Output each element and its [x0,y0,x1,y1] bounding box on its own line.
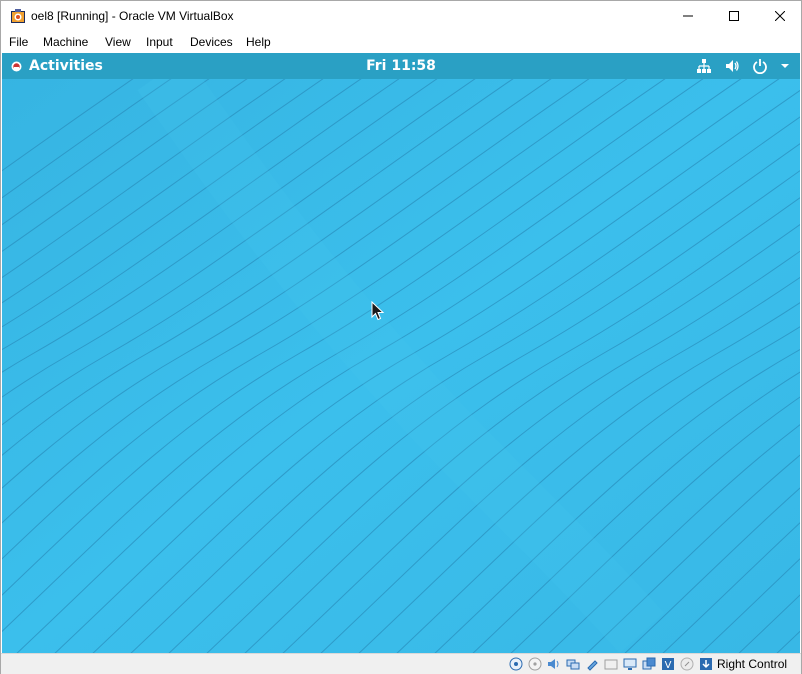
display-icon[interactable] [622,656,638,672]
status-icons: V [508,656,714,672]
menu-view[interactable]: View [105,35,131,49]
activities-button[interactable]: Activities [11,57,103,75]
svg-text:V: V [665,660,672,671]
hard-disk-icon[interactable] [508,656,524,672]
network-adapter-icon[interactable] [565,656,581,672]
volume-icon[interactable] [724,58,740,74]
close-button[interactable] [757,1,802,31]
power-icon[interactable] [752,58,768,74]
audio-icon[interactable] [546,656,562,672]
network-icon[interactable] [696,58,712,74]
minimize-icon [683,15,693,17]
system-tray[interactable] [696,57,790,75]
mouse-pointer-icon [371,301,385,321]
window-title: oel8 [Running] - Oracle VM VirtualBox [31,9,234,23]
optical-drive-icon[interactable] [527,656,543,672]
clock-label[interactable]: Fri 11:58 [366,58,436,74]
shared-folders-icon[interactable] [603,656,619,672]
desktop-wallpaper [2,53,800,653]
minimize-button[interactable] [665,1,711,31]
maximize-icon [729,11,739,21]
keyboard-capture-icon[interactable] [698,656,714,672]
menu-devices[interactable]: Devices [190,35,233,49]
video-capture-icon[interactable] [641,656,657,672]
host-key-label: Right Control [717,657,788,671]
mouse-integration-icon[interactable] [679,656,695,672]
menu-file[interactable]: File [9,35,28,49]
menu-input[interactable]: Input [146,35,173,49]
guest-display[interactable]: Activities Fri 11:58 [2,53,800,653]
virtualization-icon[interactable]: V [660,656,676,672]
status-bar: V Right Control [1,653,801,674]
menu-bar: File Machine View Input Devices Help [1,31,801,53]
activities-label: Activities [29,58,103,74]
close-icon [775,11,785,21]
usb-icon[interactable] [584,656,600,672]
virtualbox-app-icon [11,9,25,23]
menu-machine[interactable]: Machine [43,35,88,49]
menu-help[interactable]: Help [246,35,271,49]
maximize-button[interactable] [711,1,757,31]
virtualbox-window: oel8 [Running] - Oracle VM VirtualBox Fi… [0,0,802,674]
title-bar[interactable]: oel8 [Running] - Oracle VM VirtualBox [1,1,801,31]
dropdown-arrow-icon[interactable] [780,61,790,71]
activities-icon [11,61,22,71]
gnome-top-bar: Activities Fri 11:58 [2,53,800,79]
clock: Fri 11:58 [2,58,800,74]
